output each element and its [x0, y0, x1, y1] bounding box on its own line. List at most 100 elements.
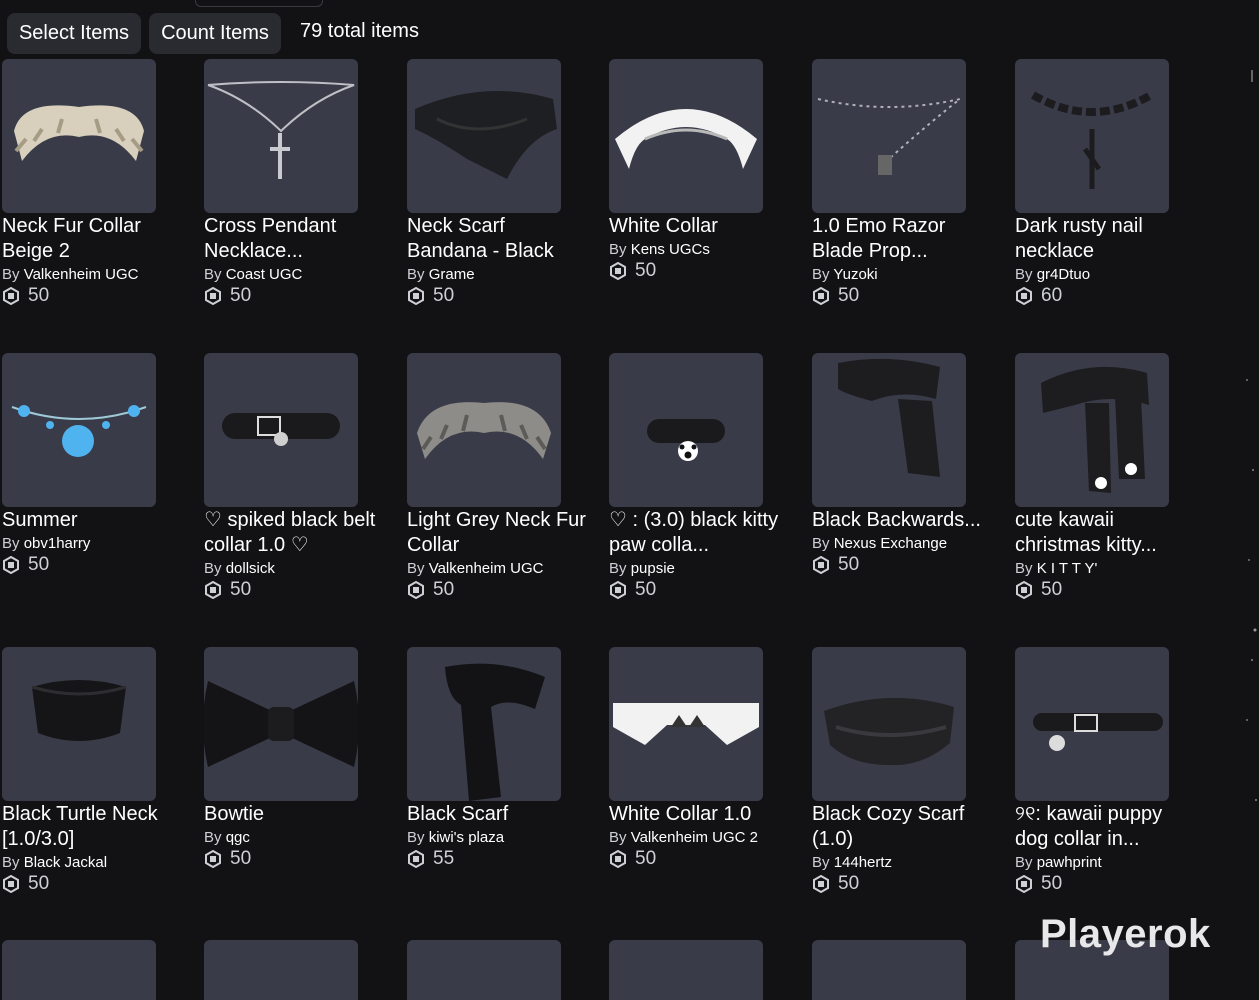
item-creator[interactable]: By gr4Dtuo: [1015, 266, 1215, 283]
creator-name[interactable]: 144hertz: [834, 854, 892, 871]
catalog-item-card[interactable]: Neck Scarf Bandana - Black By Grame 50: [407, 59, 587, 349]
item-creator[interactable]: By qgc: [204, 829, 404, 846]
catalog-item-card[interactable]: ୨୧: kawaii puppy dog collar in... By pawh…: [1015, 647, 1195, 937]
item-name[interactable]: Summer: [2, 507, 182, 533]
item-name[interactable]: Neck Scarf Bandana - Black: [407, 213, 587, 264]
catalog-item-card[interactable]: ♡ : (3.0) black kitty paw colla... By pup…: [609, 353, 789, 643]
item-name[interactable]: 1.0 Emo Razor Blade Prop...: [812, 213, 992, 264]
item-creator[interactable]: By Grame: [407, 266, 607, 283]
catalog-item-card[interactable]: 1.0 Emo Razor Blade Prop... By Yuzoki 50: [812, 59, 992, 349]
item-name[interactable]: ୨୧: kawaii puppy dog collar in...: [1015, 801, 1195, 852]
creator-name[interactable]: Valkenheim UGC 2: [631, 829, 758, 846]
creator-name[interactable]: dollsick: [226, 560, 275, 577]
creator-name[interactable]: Black Jackal: [24, 854, 107, 871]
catalog-item-card[interactable]: Summer By obv1harry 50: [2, 353, 182, 643]
item-thumbnail[interactable]: [2, 59, 156, 213]
item-name[interactable]: White Collar: [609, 213, 789, 239]
creator-name[interactable]: kiwi's plaza: [429, 829, 504, 846]
item-thumbnail[interactable]: [407, 940, 561, 1000]
item-name[interactable]: Dark rusty nail necklace: [1015, 213, 1195, 264]
item-thumbnail[interactable]: [204, 940, 358, 1000]
catalog-item-card[interactable]: Dark rusty nail necklace By gr4Dtuo 60: [1015, 59, 1195, 349]
count-items-button[interactable]: Count Items: [149, 13, 281, 54]
creator-name[interactable]: Valkenheim UGC: [429, 560, 544, 577]
creator-name[interactable]: Coast UGC: [226, 266, 303, 283]
item-thumbnail[interactable]: [2, 353, 156, 507]
item-thumbnail[interactable]: [204, 647, 358, 801]
creator-name[interactable]: Nexus Exchange: [834, 535, 947, 552]
item-name[interactable]: cute kawaii christmas kitty...: [1015, 507, 1195, 558]
item-creator[interactable]: By Valkenheim UGC: [407, 560, 607, 577]
item-thumbnail[interactable]: [204, 59, 358, 213]
item-creator[interactable]: By 144hertz: [812, 854, 1012, 871]
item-thumbnail[interactable]: [407, 353, 561, 507]
item-thumbnail[interactable]: [2, 647, 156, 801]
black-scarf-icon: [445, 663, 545, 801]
catalog-item-card[interactable]: White Collar 1.0 By Valkenheim UGC 2 50: [609, 647, 789, 937]
item-thumbnail[interactable]: [812, 59, 966, 213]
creator-name[interactable]: qgc: [226, 829, 250, 846]
item-creator[interactable]: By K I T T Y': [1015, 560, 1215, 577]
item-name[interactable]: Neck Fur Collar Beige 2: [2, 213, 182, 264]
item-thumbnail[interactable]: [609, 940, 763, 1000]
catalog-item-card[interactable]: Light Grey Neck Fur Collar By Valkenheim …: [407, 353, 587, 643]
item-thumbnail[interactable]: [204, 353, 358, 507]
item-price: 50: [2, 285, 202, 307]
catalog-item-card[interactable]: Black Scarf By kiwi's plaza 55: [407, 647, 587, 937]
item-thumbnail[interactable]: [609, 353, 763, 507]
item-thumbnail[interactable]: [1015, 59, 1169, 213]
item-creator[interactable]: By dollsick: [204, 560, 404, 577]
catalog-item-card[interactable]: Neck Fur Collar Beige 2 By Valkenheim UGC…: [2, 59, 182, 349]
item-thumbnail[interactable]: [407, 59, 561, 213]
creator-name[interactable]: K I T T Y': [1037, 560, 1098, 577]
item-thumbnail[interactable]: [609, 59, 763, 213]
item-thumbnail[interactable]: [609, 647, 763, 801]
creator-name[interactable]: gr4Dtuo: [1037, 266, 1090, 283]
item-name[interactable]: Black Scarf: [407, 801, 587, 827]
item-creator[interactable]: By Valkenheim UGC 2: [609, 829, 809, 846]
select-items-button[interactable]: Select Items: [7, 13, 141, 54]
item-name[interactable]: Black Cozy Scarf (1.0): [812, 801, 992, 852]
item-name[interactable]: Light Grey Neck Fur Collar: [407, 507, 587, 558]
item-thumbnail[interactable]: [812, 353, 966, 507]
item-thumbnail[interactable]: [407, 647, 561, 801]
top-tab-stub[interactable]: [195, 0, 323, 7]
creator-name[interactable]: Yuzoki: [833, 266, 877, 283]
item-thumbnail[interactable]: [812, 940, 966, 1000]
item-name[interactable]: ♡ spiked black belt collar 1.0 ♡: [204, 507, 384, 558]
creator-name[interactable]: Grame: [429, 266, 475, 283]
catalog-item-card[interactable]: White Collar By Kens UGCs 50: [609, 59, 789, 349]
catalog-item-card[interactable]: Black Backwards... By Nexus Exchange 50: [812, 353, 992, 643]
item-creator[interactable]: By Coast UGC: [204, 266, 404, 283]
creator-name[interactable]: pawhprint: [1037, 854, 1102, 871]
item-thumbnail[interactable]: [1015, 353, 1169, 507]
item-name[interactable]: ♡ : (3.0) black kitty paw colla...: [609, 507, 789, 558]
creator-name[interactable]: Valkenheim UGC: [24, 266, 139, 283]
creator-name[interactable]: pupsie: [631, 560, 675, 577]
item-thumbnail[interactable]: [812, 647, 966, 801]
item-creator[interactable]: By Valkenheim UGC: [2, 266, 202, 283]
item-creator[interactable]: By obv1harry: [2, 535, 202, 552]
item-name[interactable]: White Collar 1.0: [609, 801, 789, 827]
item-creator[interactable]: By pawhprint: [1015, 854, 1215, 871]
item-creator[interactable]: By Kens UGCs: [609, 241, 809, 258]
item-creator[interactable]: By Nexus Exchange: [812, 535, 1012, 552]
item-name[interactable]: Cross Pendant Necklace...: [204, 213, 384, 264]
catalog-item-card[interactable]: Black Turtle Neck [1.0/3.0] By Black Jack…: [2, 647, 182, 937]
item-creator[interactable]: By Black Jackal: [2, 854, 202, 871]
item-creator[interactable]: By kiwi's plaza: [407, 829, 607, 846]
catalog-item-card[interactable]: ♡ spiked black belt collar 1.0 ♡ By dolls…: [204, 353, 384, 643]
item-creator[interactable]: By Yuzoki: [812, 266, 1012, 283]
item-thumbnail[interactable]: [1015, 647, 1169, 801]
catalog-item-card[interactable]: Black Cozy Scarf (1.0) By 144hertz 50: [812, 647, 992, 937]
item-name[interactable]: Black Turtle Neck [1.0/3.0]: [2, 801, 182, 852]
item-thumbnail[interactable]: [2, 940, 156, 1000]
creator-name[interactable]: Kens UGCs: [631, 241, 710, 258]
item-name[interactable]: Black Backwards...: [812, 507, 992, 533]
creator-name[interactable]: obv1harry: [24, 535, 91, 552]
catalog-item-card[interactable]: Cross Pendant Necklace... By Coast UGC 50: [204, 59, 384, 349]
item-creator[interactable]: By pupsie: [609, 560, 809, 577]
catalog-item-card[interactable]: cute kawaii christmas kitty... By K I T T…: [1015, 353, 1195, 643]
catalog-item-card[interactable]: Bowtie By qgc 50: [204, 647, 384, 937]
item-name[interactable]: Bowtie: [204, 801, 384, 827]
